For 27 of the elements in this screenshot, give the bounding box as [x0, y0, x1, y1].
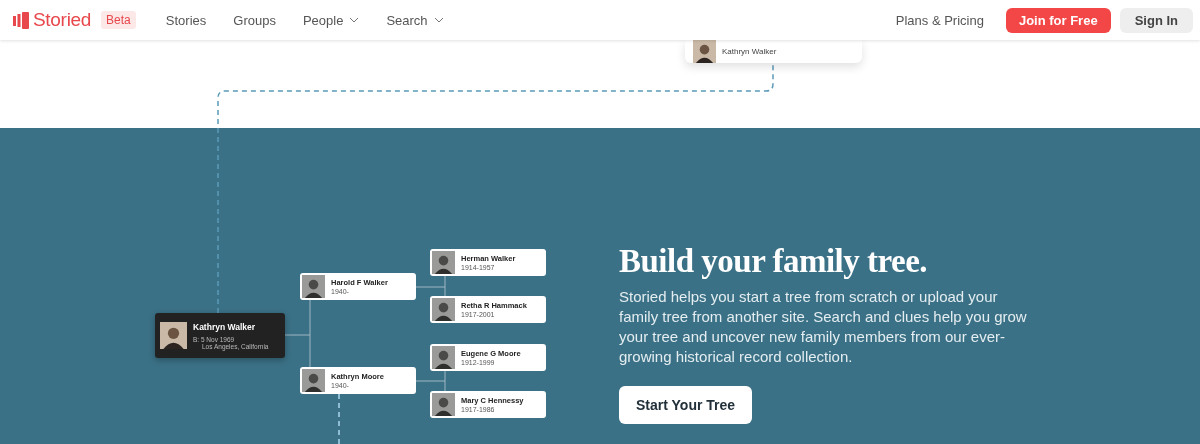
person-name: Kathryn Walker	[193, 321, 257, 332]
hero-heading: Build your family tree.	[619, 243, 929, 280]
avatar-icon	[432, 346, 455, 369]
nav-link[interactable]: Search	[386, 12, 444, 28]
start-tree-button[interactable]: Start Your Tree	[619, 386, 753, 424]
avatar-icon	[160, 321, 187, 350]
nav-link[interactable]: Stories	[165, 12, 207, 28]
avatar-icon	[432, 393, 455, 416]
avatar-icon	[302, 275, 325, 298]
nav-link[interactable]: Groups	[233, 12, 276, 28]
avatar-icon	[432, 251, 455, 274]
avatar-icon	[432, 298, 455, 321]
dashed-connector-line	[338, 393, 340, 444]
avatar-icon	[693, 40, 716, 63]
join-button[interactable]: Join for Free	[1005, 7, 1111, 33]
person-card[interactable]: Kathryn Walker	[685, 40, 862, 63]
beta-badge: Beta	[101, 11, 136, 29]
avatar-icon	[302, 369, 325, 392]
logo-text[interactable]: Storied	[33, 9, 92, 31]
sign-in-button[interactable]: Sign In	[1119, 7, 1193, 33]
chevron-down-icon	[349, 17, 360, 23]
logo-icon	[13, 11, 29, 29]
chevron-down-icon	[433, 17, 444, 23]
nav-link[interactable]: People	[302, 12, 360, 28]
hero-description: Storied helps you start a tree from scratch or upload your family tree from another site. Search and clues help you grow your tree and uncover new family members from our ever-growing historical record collection.	[619, 287, 1028, 367]
person-name: Kathryn Walker	[722, 47, 777, 56]
plans-pricing-link[interactable]: Plans & Pricing	[895, 12, 984, 28]
